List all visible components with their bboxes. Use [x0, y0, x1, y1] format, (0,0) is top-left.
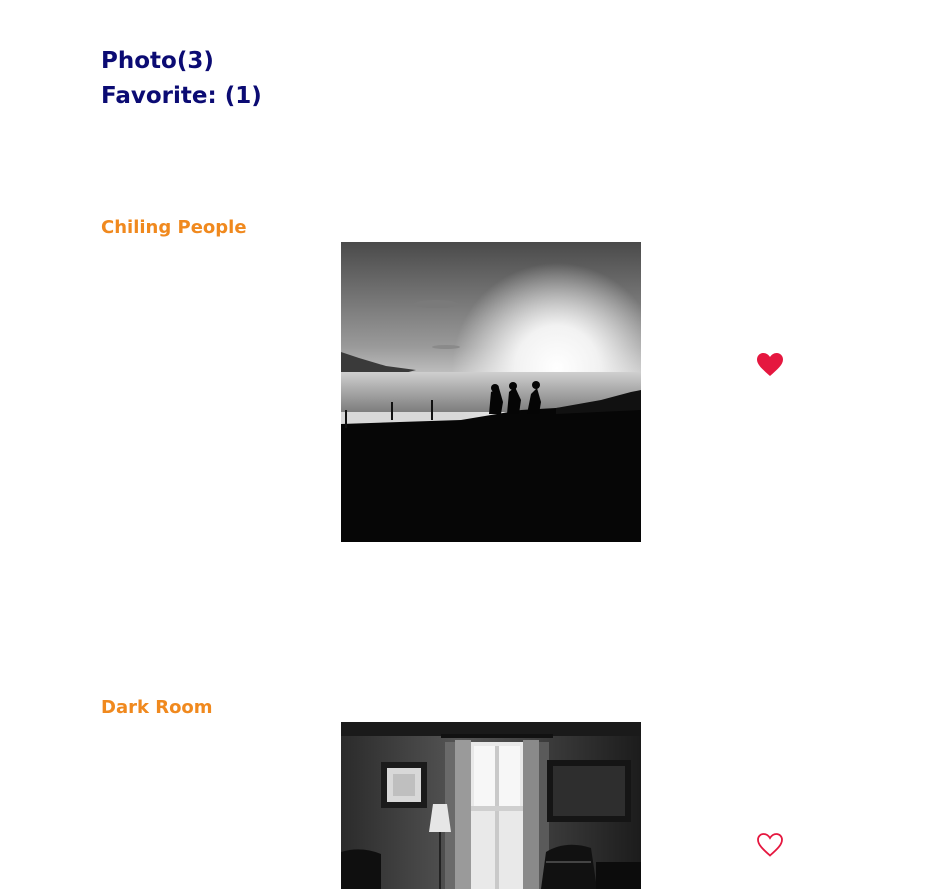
- gallery-header: Photo(3) Favorite: (1): [101, 44, 262, 114]
- favorite-count: Favorite: (1): [101, 83, 262, 109]
- photo-title: Dark Room: [101, 697, 213, 718]
- favorite-button[interactable]: [756, 352, 784, 378]
- photo-title: Chiling People: [101, 217, 247, 238]
- heart-filled-icon: [757, 353, 783, 376]
- photo-gallery-page: Photo(3) Favorite: (1) Chiling People Da…: [0, 0, 928, 889]
- heart-outline-icon: [757, 833, 783, 857]
- favorite-button[interactable]: [756, 832, 784, 858]
- dark-room-photo-image: [341, 722, 641, 889]
- sunset-photo-image: [341, 242, 641, 542]
- photo-image: [341, 242, 641, 542]
- photo-image: [341, 722, 641, 889]
- photo-count: Photo(3): [101, 48, 214, 74]
